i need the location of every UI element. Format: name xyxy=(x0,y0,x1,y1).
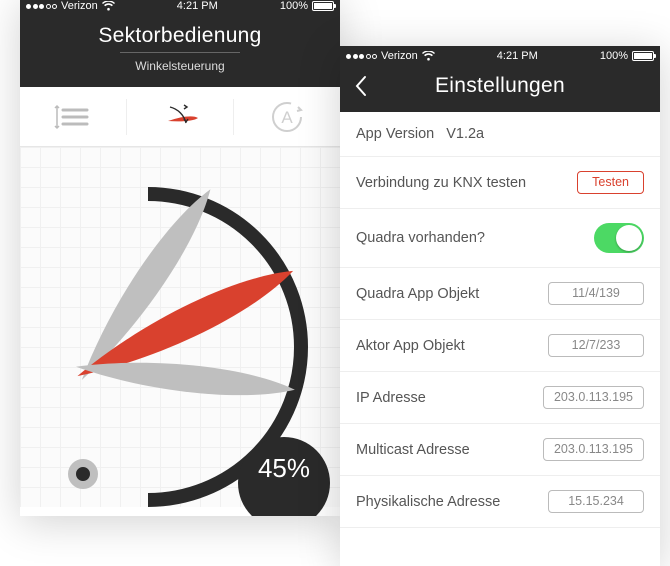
wifi-icon xyxy=(102,1,115,11)
carrier-label: Verizon xyxy=(61,0,98,12)
quadra-app-label: Quadra App Objekt xyxy=(356,286,479,302)
phone-left: Verizon 4:21 PM 100% Sektorbedienung Win… xyxy=(20,0,340,516)
signal-dots-icon xyxy=(26,4,57,9)
knx-test-label: Verbindung zu KNX testen xyxy=(356,175,526,191)
tab-angle[interactable] xyxy=(126,99,233,135)
row-app-version: App Version V1.2a xyxy=(340,112,660,157)
wifi-icon xyxy=(422,51,435,61)
auto-icon: A xyxy=(269,99,305,135)
carrier-label: Verizon xyxy=(381,50,418,62)
aktor-app-field[interactable]: 12/7/233 xyxy=(548,334,644,357)
louvers-icon xyxy=(53,102,93,132)
angle-icon xyxy=(158,99,202,135)
phys-field[interactable]: 15.15.234 xyxy=(548,490,644,513)
row-knx-test: Verbindung zu KNX testen Testen xyxy=(340,157,660,209)
row-multicast: Multicast Adresse 203.0.113.195 xyxy=(340,424,660,476)
quadra-toggle[interactable] xyxy=(594,223,644,253)
nav-header: Einstellungen xyxy=(340,66,660,112)
nav-header: Sektorbedienung Winkelsteuerung xyxy=(20,16,340,87)
back-button[interactable] xyxy=(354,75,368,103)
row-phys: Physikalische Adresse 15.15.234 xyxy=(340,476,660,528)
tab-auto[interactable]: A xyxy=(233,99,340,135)
clock: 4:21 PM xyxy=(177,0,218,12)
multicast-label: Multicast Adresse xyxy=(356,442,470,458)
page-subtitle: Winkelsteuerung xyxy=(20,52,340,73)
chevron-left-icon xyxy=(354,75,368,97)
quadra-label: Quadra vorhanden? xyxy=(356,230,485,246)
battery-percent: 100% xyxy=(280,0,308,12)
ip-label: IP Adresse xyxy=(356,390,426,406)
tab-louvers[interactable] xyxy=(20,102,126,132)
mode-tabs: A xyxy=(20,87,340,147)
version-value: V1.2a xyxy=(446,126,484,142)
svg-text:A: A xyxy=(281,108,293,127)
multicast-field[interactable]: 203.0.113.195 xyxy=(543,438,644,461)
phone-right: Verizon 4:21 PM 100% Einstellungen App V… xyxy=(340,46,660,566)
quadra-app-field[interactable]: 11/4/139 xyxy=(548,282,644,305)
ip-field[interactable]: 203.0.113.195 xyxy=(543,386,644,409)
status-bar: Verizon 4:21 PM 100% xyxy=(340,46,660,66)
angle-dial[interactable]: 45% xyxy=(20,147,340,507)
clock: 4:21 PM xyxy=(497,50,538,62)
dial-knob[interactable] xyxy=(68,459,98,489)
row-quadra-toggle: Quadra vorhanden? xyxy=(340,209,660,268)
page-title: Einstellungen xyxy=(340,74,660,98)
page-title: Sektorbedienung xyxy=(20,24,340,48)
knx-test-button[interactable]: Testen xyxy=(577,171,644,194)
version-label: App Version xyxy=(356,126,434,142)
battery-icon xyxy=(632,51,654,61)
battery-percent: 100% xyxy=(600,50,628,62)
row-quadra-app: Quadra App Objekt 11/4/139 xyxy=(340,268,660,320)
row-ip: IP Adresse 203.0.113.195 xyxy=(340,372,660,424)
row-aktor-app: Aktor App Objekt 12/7/233 xyxy=(340,320,660,372)
aktor-app-label: Aktor App Objekt xyxy=(356,338,465,354)
phys-label: Physikalische Adresse xyxy=(356,494,500,510)
signal-dots-icon xyxy=(346,54,377,59)
percent-badge: 45% xyxy=(238,437,330,516)
status-bar: Verizon 4:21 PM 100% xyxy=(20,0,340,16)
settings-list: App Version V1.2a Verbindung zu KNX test… xyxy=(340,112,660,528)
battery-icon xyxy=(312,1,334,11)
